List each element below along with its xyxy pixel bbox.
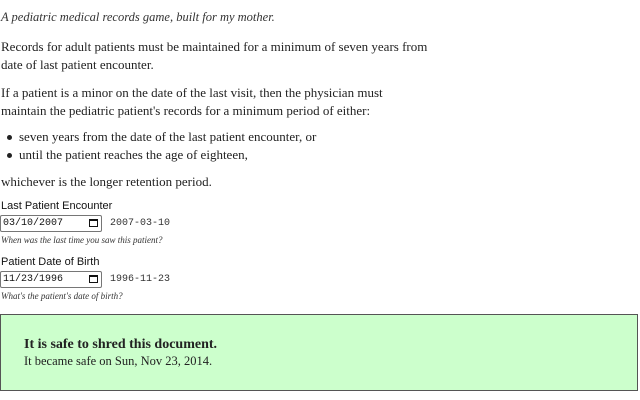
last-encounter-label: Last Patient Encounter — [1, 200, 113, 212]
tagline: A pediatric medical records game, built … — [1, 10, 275, 24]
retention-rule-adult: Records for adult patients must be maint… — [1, 39, 428, 72]
calendar-icon[interactable] — [89, 275, 98, 283]
list-item: until the patient reaches the age of eig… — [6, 146, 316, 164]
last-encounter-hint: When was the last time you saw this pati… — [1, 235, 163, 245]
last-encounter-date-input[interactable]: 03/10/2007 — [0, 215, 102, 232]
retention-rule-minor: If a patient is a minor on the date of t… — [1, 85, 383, 118]
page: A pediatric medical records game, built … — [0, 0, 640, 400]
list-item: seven years from the date of the last pa… — [6, 129, 317, 144]
result-panel: It is safe to shred this document. It be… — [0, 314, 638, 391]
result-text: It became safe on Sun, Nov 23, 2014. — [24, 354, 213, 368]
retention-rule-summary: whichever is the longer retention period… — [1, 174, 212, 189]
result-title: It is safe to shred this document. — [24, 337, 218, 352]
birth-date-hint: What's the patient's date of birth? — [1, 291, 123, 301]
retention-options-list: seven years from the date of the last pa… — [6, 128, 317, 164]
birth-date-label: Patient Date of Birth — [1, 256, 100, 268]
calendar-icon[interactable] — [89, 219, 98, 227]
last-encounter-date-value: 03/10/2007 — [3, 218, 64, 229]
birth-date-iso-value: 1996-11-23 — [110, 274, 171, 285]
last-encounter-iso-value: 2007-03-10 — [110, 218, 171, 229]
birth-date-value: 11/23/1996 — [3, 274, 64, 285]
birth-date-input[interactable]: 11/23/1996 — [0, 271, 102, 288]
